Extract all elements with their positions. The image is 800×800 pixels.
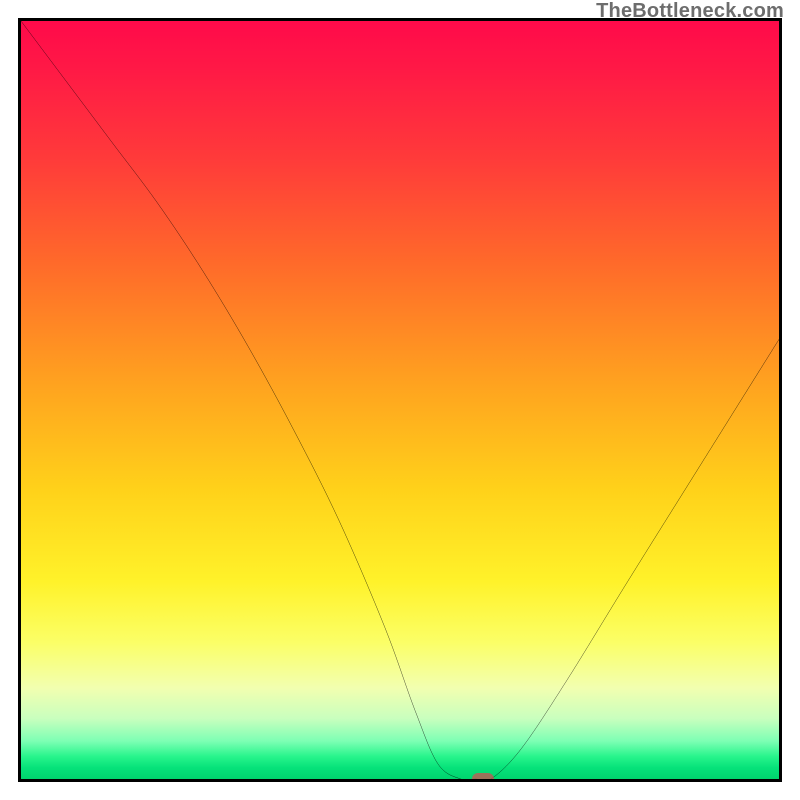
bottleneck-curve-path — [21, 21, 779, 779]
bottleneck-chart: TheBottleneck.com — [0, 0, 800, 800]
optimum-marker — [472, 773, 494, 782]
plot-area — [18, 18, 782, 782]
curve-layer — [21, 21, 779, 779]
